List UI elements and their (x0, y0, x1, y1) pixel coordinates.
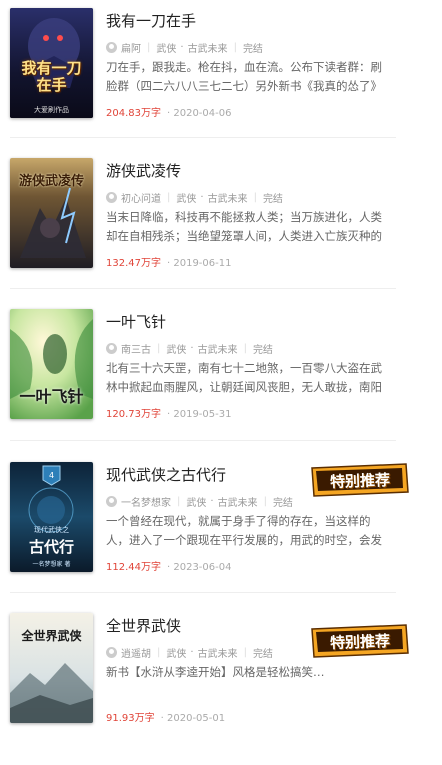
update-date: 2019-05-31 (173, 409, 232, 420)
subgenre[interactable]: 古武未来 (218, 494, 258, 509)
author-avatar-icon (106, 192, 117, 203)
cover-title: 游侠武凌传 (18, 174, 84, 189)
book-title[interactable]: 全世界武侠 (106, 615, 181, 636)
genre[interactable]: 武侠 (166, 341, 186, 356)
status: 完结 (242, 44, 263, 55)
author-avatar-icon (106, 496, 117, 507)
book-stats: 91.93万字 · 2020-05-01 (106, 713, 226, 724)
update-date: 2019-06-11 (173, 258, 232, 269)
update-date: 2023-06-04 (173, 562, 232, 573)
cover-title: 全世界武侠 (21, 629, 82, 643)
author-name[interactable]: 南三古 (121, 341, 151, 356)
cover-subtitle: 现代武侠之 (34, 526, 69, 534)
author-name[interactable]: 扁阿 (121, 40, 141, 55)
divider (10, 288, 396, 289)
status: 完结 (272, 498, 293, 509)
book-title[interactable]: 现代武侠之古代行 (106, 464, 226, 485)
subgenre[interactable]: 古武未来 (198, 645, 238, 660)
badge-text: 特别推荐 (329, 631, 391, 653)
divider (10, 592, 396, 593)
book-stats: 120.73万字 · 2019-05-31 (106, 409, 232, 420)
book-meta: 扁阿 | 武侠 · 古武未来 | 完结 (106, 40, 263, 55)
author-name[interactable]: 逍遥胡 (121, 645, 151, 660)
subgenre[interactable]: 古武未来 (188, 40, 228, 55)
author-avatar-icon (106, 42, 117, 53)
book-meta: 逍遥胡 | 武侠 · 古武未来 | 完结 (106, 645, 273, 660)
divider (10, 440, 396, 441)
book-meta: 初心问道 | 武侠 · 古武未来 | 完结 (106, 190, 283, 205)
book-description: 北有三十六天罡，南有七十二地煞，一百零八大盗在武林中掀起血雨腥风，让朝廷闻风丧胆… (106, 361, 382, 394)
book-stats: 204.83万字 · 2020-04-06 (106, 108, 232, 119)
word-count: 91.93万字 (106, 713, 155, 724)
cover-author: 一名梦想家 著 (32, 561, 71, 568)
book-description: 一个曾经在现代，就属于身手了得的存在，当这样的人，进入了一个跟现在平行发展的，用… (106, 514, 382, 547)
word-count: 132.47万字 (106, 258, 161, 269)
cover-title: 古代行 (28, 538, 74, 556)
author-name[interactable]: 初心问道 (121, 190, 161, 205)
update-date: 2020-04-06 (173, 108, 232, 119)
book-cover[interactable]: 4 现代武侠之 古代行 一名梦想家 著 (10, 462, 93, 572)
book-item[interactable]: 全世界武侠 全世界武侠 特别推荐 逍遥胡 | 武侠 · 古武未来 | 完结 新书… (0, 613, 442, 765)
subgenre[interactable]: 古武未来 (208, 190, 248, 205)
book-cover[interactable]: 我有一刀在手 大爱刷作品 (10, 8, 93, 118)
divider (10, 137, 396, 138)
featured-badge: 特别推荐 (308, 623, 412, 661)
author-avatar-icon (106, 343, 117, 354)
featured-badge: 特别推荐 (308, 462, 412, 500)
genre[interactable]: 武侠 (156, 40, 176, 55)
status: 完结 (262, 194, 283, 205)
genre[interactable]: 武侠 (186, 494, 206, 509)
badge-text: 特别推荐 (329, 470, 391, 492)
book-description: 新书【水浒从李逵开始】风格是轻松搞笑… (106, 665, 325, 679)
book-title[interactable]: 一叶飞针 (106, 311, 166, 332)
book-description: 刀在手，跟我走。枪在抖，血在流。公布下读者群：刷脸群（四二六八八三七二七）另外新… (106, 60, 382, 93)
book-cover[interactable]: 一叶飞针 (10, 309, 93, 419)
genre[interactable]: 武侠 (166, 645, 186, 660)
author-avatar-icon (106, 647, 117, 658)
update-date: 2020-05-01 (167, 713, 226, 724)
status: 完结 (252, 345, 273, 356)
svg-text:4: 4 (49, 471, 54, 480)
book-meta: 南三古 | 武侠 · 古武未来 | 完结 (106, 341, 273, 356)
book-item[interactable]: 一叶飞针 一叶飞针 南三古 | 武侠 · 古武未来 | 完结 北有三十六天罡，南… (0, 309, 442, 461)
book-cover[interactable]: 全世界武侠 (10, 613, 93, 723)
word-count: 204.83万字 (106, 108, 161, 119)
book-meta: 一名梦想家 | 武侠 · 古武未来 | 完结 (106, 494, 293, 509)
genre[interactable]: 武侠 (176, 190, 196, 205)
word-count: 120.73万字 (106, 409, 161, 420)
author-name[interactable]: 一名梦想家 (121, 494, 171, 509)
word-count: 112.44万字 (106, 562, 161, 573)
book-cover[interactable]: 游侠武凌传 (10, 158, 93, 268)
cover-author: 大爱刷作品 (34, 106, 69, 114)
book-title[interactable]: 我有一刀在手 (106, 10, 196, 31)
cover-title: 我有一刀在手 (21, 59, 82, 94)
book-stats: 132.47万字 · 2019-06-11 (106, 258, 232, 269)
book-title[interactable]: 游侠武凌传 (106, 160, 181, 181)
status: 完结 (252, 649, 273, 660)
book-description: 当末日降临，科技再不能拯救人类；当万族进化，人类却在自相残杀；当绝望笼罩人间，人… (106, 210, 382, 243)
cover-title: 一叶飞针 (19, 387, 84, 406)
subgenre[interactable]: 古武未来 (198, 341, 238, 356)
book-stats: 112.44万字 · 2023-06-04 (106, 562, 232, 573)
